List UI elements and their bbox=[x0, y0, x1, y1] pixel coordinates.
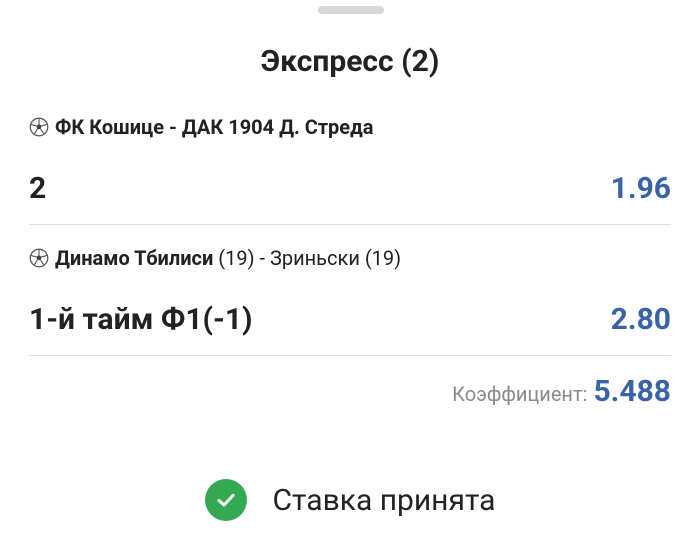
selection-label: 1-й тайм Ф1(-1) bbox=[29, 301, 253, 337]
drag-handle[interactable] bbox=[318, 6, 384, 14]
selection-odds: 2.80 bbox=[610, 301, 671, 337]
status-text: Ставка принята bbox=[272, 482, 496, 518]
coefficient-label: Коэффициент: bbox=[452, 382, 588, 406]
event-row: Динамо Тбилиси (19) - Зриньски (19) bbox=[29, 245, 401, 271]
soccer-ball-icon bbox=[29, 117, 49, 137]
selection-label: 2 bbox=[29, 170, 47, 206]
divider bbox=[29, 355, 671, 356]
soccer-ball-icon bbox=[29, 248, 49, 268]
selection-row: 1-й тайм Ф1(-1) 2.80 bbox=[29, 299, 671, 339]
event-title-rest: (19) - Зриньски (19) bbox=[213, 246, 402, 270]
sheet-title: Экспресс (2) bbox=[260, 44, 440, 79]
bet-accepted-status: Ставка принята bbox=[0, 478, 700, 522]
event-title-team: Динамо Тбилиси bbox=[55, 246, 214, 270]
check-circle-icon bbox=[204, 479, 247, 521]
divider bbox=[29, 224, 671, 225]
event-title: ФК Кошице - ДАК 1904 Д. Стреда bbox=[55, 115, 374, 139]
event-row: ФК Кошице - ДАК 1904 Д. Стреда bbox=[29, 114, 373, 140]
selection-odds: 1.96 bbox=[610, 170, 671, 206]
coefficient-value: 5.488 bbox=[593, 374, 671, 409]
total-coefficient: Коэффициент: 5.488 bbox=[452, 374, 671, 414]
selection-row: 2 1.96 bbox=[29, 168, 671, 208]
